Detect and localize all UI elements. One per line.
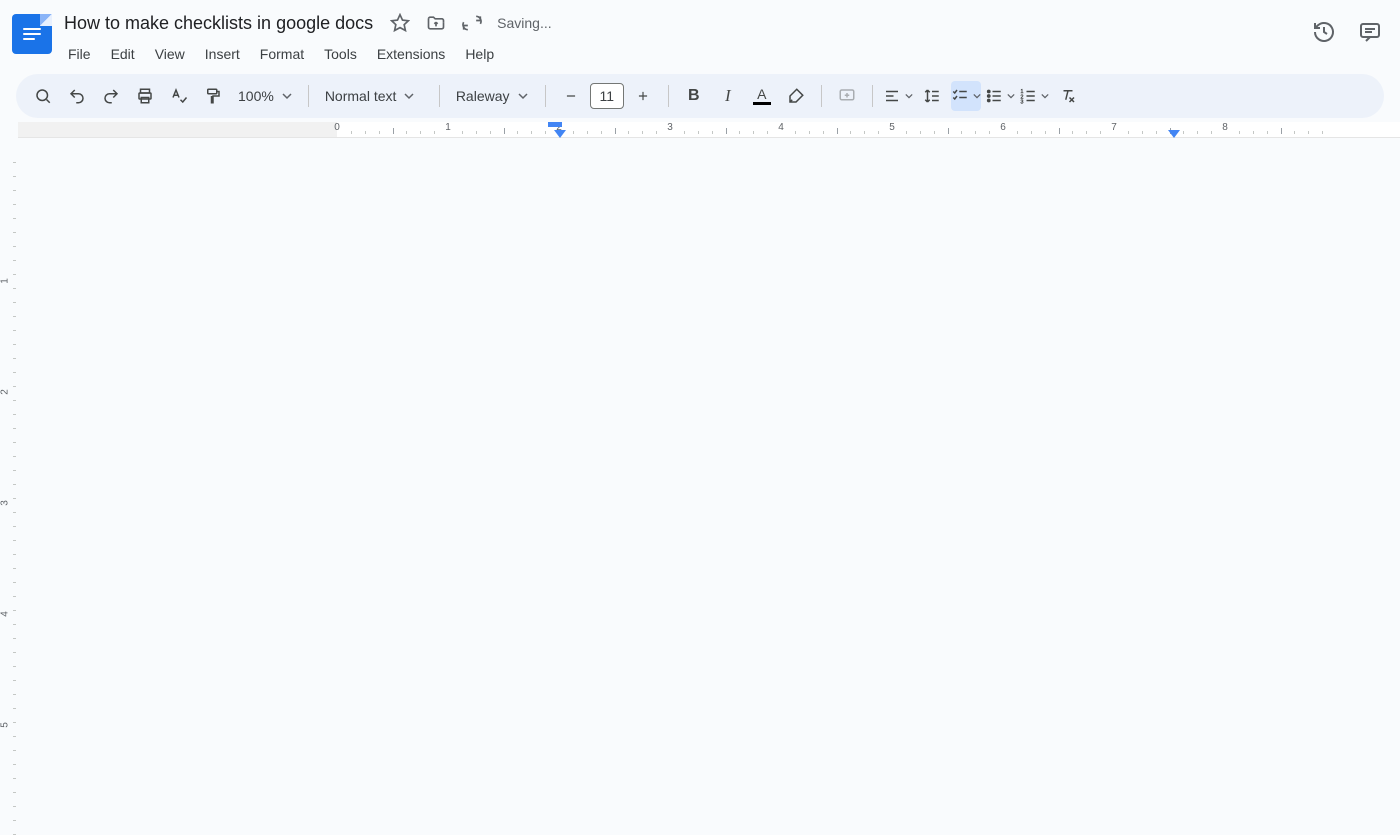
- menu-bar: File Edit View Insert Format Tools Exten…: [60, 40, 1302, 68]
- menu-tools[interactable]: Tools: [316, 42, 365, 66]
- align-icon[interactable]: [883, 81, 913, 111]
- left-indent-marker[interactable]: [554, 130, 566, 138]
- document-title[interactable]: How to make checklists in google docs: [60, 11, 377, 36]
- save-status: Saving...: [497, 15, 551, 31]
- style-select[interactable]: Normal text: [319, 81, 429, 111]
- menu-edit[interactable]: Edit: [103, 42, 143, 66]
- font-select[interactable]: Raleway: [450, 81, 535, 111]
- font-size-decrease[interactable]: [556, 81, 586, 111]
- search-icon[interactable]: [28, 81, 58, 111]
- redo-icon[interactable]: [96, 81, 126, 111]
- toolbar: 100% Normal text Raleway 11 B I A 123: [16, 74, 1384, 118]
- font-size-input[interactable]: 11: [590, 83, 624, 109]
- menu-help[interactable]: Help: [457, 42, 502, 66]
- italic-icon[interactable]: I: [713, 81, 743, 111]
- undo-icon[interactable]: [62, 81, 92, 111]
- paint-format-icon[interactable]: [198, 81, 228, 111]
- menu-format[interactable]: Format: [252, 42, 312, 66]
- font-size-increase[interactable]: [628, 81, 658, 111]
- spellcheck-icon[interactable]: [164, 81, 194, 111]
- menu-file[interactable]: File: [60, 42, 99, 66]
- title-bar: How to make checklists in google docs Sa…: [0, 0, 1400, 68]
- checklist-icon[interactable]: [951, 81, 981, 111]
- highlight-icon[interactable]: [781, 81, 811, 111]
- horizontal-ruler[interactable]: 012345678: [0, 122, 1400, 142]
- right-indent-marker[interactable]: [1168, 130, 1180, 138]
- zoom-select[interactable]: 100%: [232, 81, 298, 111]
- bulleted-list-icon[interactable]: [985, 81, 1015, 111]
- clear-formatting-icon[interactable]: [1053, 81, 1083, 111]
- cloud-sync-icon[interactable]: [461, 12, 483, 34]
- menu-view[interactable]: View: [147, 42, 193, 66]
- app-logo-icon[interactable]: [12, 14, 52, 54]
- move-icon[interactable]: [425, 12, 447, 34]
- menu-insert[interactable]: Insert: [197, 42, 248, 66]
- comment-icon[interactable]: [1356, 18, 1384, 46]
- bold-icon[interactable]: B: [679, 81, 709, 111]
- insert-comment-icon[interactable]: [832, 81, 862, 111]
- line-spacing-icon[interactable]: [917, 81, 947, 111]
- print-icon[interactable]: [130, 81, 160, 111]
- numbered-list-icon[interactable]: 123: [1019, 81, 1049, 111]
- star-icon[interactable]: [389, 12, 411, 34]
- svg-text:3: 3: [1020, 100, 1023, 106]
- menu-extensions[interactable]: Extensions: [369, 42, 453, 66]
- history-icon[interactable]: [1310, 18, 1338, 46]
- text-color-icon[interactable]: A: [747, 81, 777, 111]
